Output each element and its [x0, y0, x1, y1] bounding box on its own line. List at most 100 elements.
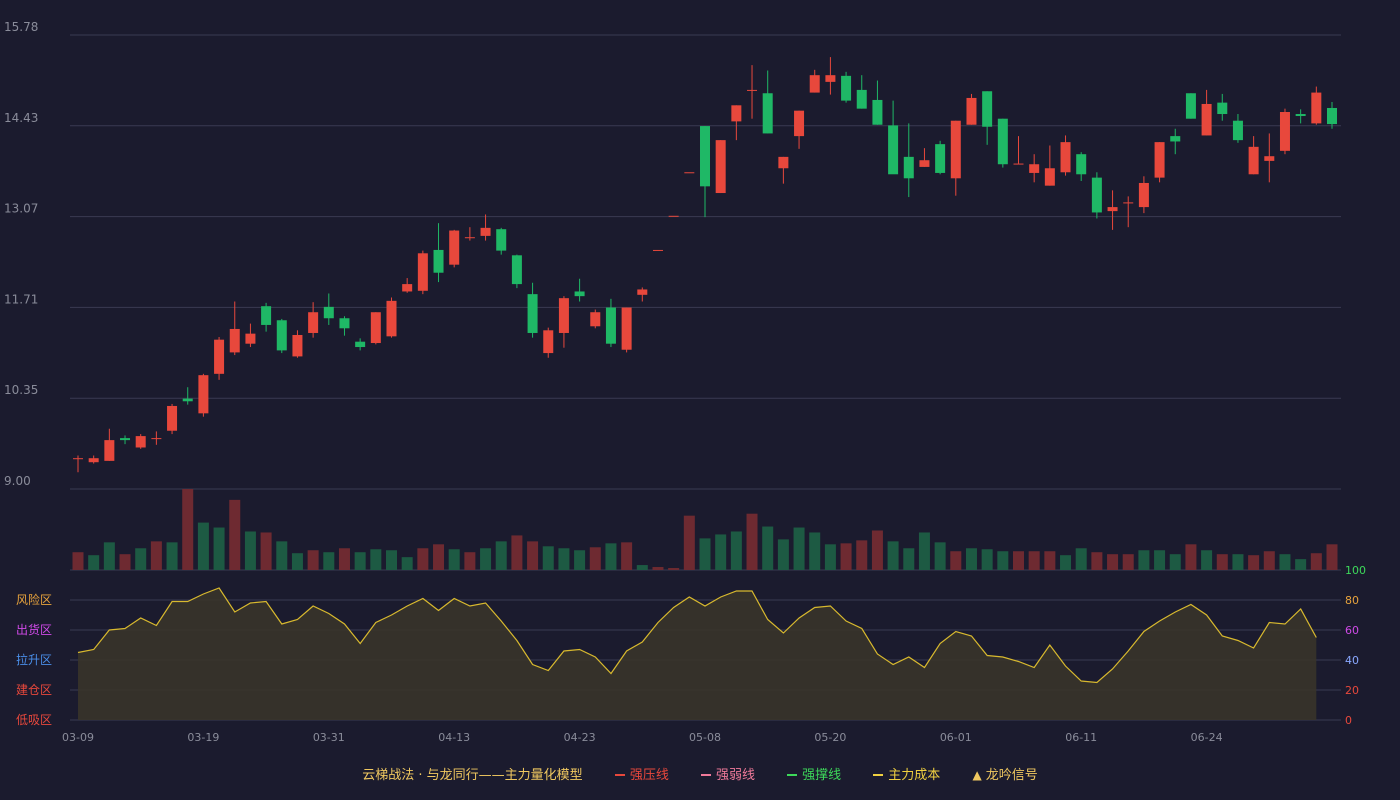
volume-bar — [433, 544, 445, 570]
candle-body — [1217, 102, 1228, 115]
candle-body — [1279, 112, 1290, 151]
legend-swatch — [614, 773, 625, 776]
volume-bar — [699, 538, 711, 570]
candle-body — [966, 97, 977, 125]
candle-body — [903, 156, 914, 179]
volume-bar — [119, 554, 131, 570]
volume-bar — [495, 541, 507, 570]
candle-body — [1311, 92, 1322, 124]
indicator-tick-label: 60 — [1345, 624, 1359, 637]
date-tick-label: 06-24 — [1191, 731, 1223, 744]
legend-item-strength[interactable]: 强弱线 — [700, 764, 755, 783]
volume-bar — [276, 541, 288, 570]
candle-body — [558, 298, 569, 333]
volume-bar — [1154, 550, 1166, 570]
volume-bar — [1279, 554, 1291, 570]
candle-body — [1138, 182, 1149, 208]
volume-bar — [401, 557, 413, 570]
candle-body — [1327, 107, 1337, 125]
price-tick-label: 14.43 — [4, 111, 38, 125]
volume-bar — [856, 540, 868, 570]
candle-body — [323, 306, 334, 319]
volume-bar — [1216, 554, 1228, 570]
volume-bar — [887, 541, 899, 570]
volume-bar — [574, 550, 586, 570]
volume-bar — [589, 547, 601, 570]
price-tick-label: 13.07 — [4, 202, 38, 216]
candle-body — [1123, 202, 1134, 204]
zone-label: 风险区 — [16, 592, 52, 607]
candle-body — [1107, 207, 1118, 212]
price-tick-label: 9.00 — [4, 474, 31, 488]
candle-body — [73, 458, 83, 460]
candle-body — [1248, 146, 1259, 175]
volume-bar — [793, 527, 805, 570]
candle-body — [402, 284, 413, 292]
volume-bar — [809, 532, 821, 570]
candle-body — [135, 436, 146, 448]
volume-bar — [605, 543, 617, 570]
volume-bar — [981, 549, 993, 570]
candle-body — [355, 341, 366, 348]
indicator-tick-label: 20 — [1345, 684, 1359, 697]
candle-body — [778, 156, 789, 169]
candle-body — [167, 405, 178, 431]
candle-body — [1201, 103, 1212, 136]
volume-bar — [871, 530, 883, 570]
volume-bar — [417, 548, 429, 570]
volume-bar — [354, 552, 366, 570]
volume-bar — [103, 542, 115, 570]
volume-bar — [1091, 552, 1103, 570]
candle-body — [417, 253, 428, 291]
date-axis-labels: 03-09 03-19 03-31 04-13 04-23 05-08 05-20 06-01… — [62, 731, 1223, 744]
candle-body — [605, 307, 616, 344]
zone-label: 低吸区 — [16, 713, 52, 727]
volume-bar — [1138, 550, 1150, 570]
indicator-axis-labels: 100 80 60 40 20 0 — [1345, 564, 1366, 727]
volume-bar — [1326, 544, 1338, 570]
date-tick-label: 04-13 — [438, 731, 470, 744]
volume-bar — [934, 542, 946, 570]
volume-bar — [668, 568, 680, 570]
legend-item-main-cost[interactable]: 主力成本 — [873, 764, 940, 783]
candle-body — [182, 398, 193, 402]
candle-body — [872, 99, 883, 125]
candle-body — [449, 230, 460, 265]
candle-body — [480, 227, 491, 236]
candle-body — [888, 125, 899, 175]
candle-body — [339, 318, 350, 329]
candle-body — [684, 172, 695, 174]
legend-item-signal[interactable]: ▲ 龙吟信号 — [972, 764, 1037, 783]
candle-body — [1091, 177, 1102, 213]
candle-body — [668, 215, 679, 217]
volume-bar — [1232, 554, 1244, 570]
candle-body — [856, 89, 867, 109]
volume-bar — [182, 489, 194, 570]
candle-body — [496, 229, 507, 251]
zone-label: 建仓区 — [16, 683, 52, 697]
stock-chart: 15.78 14.43 13.07 11.71 10.35 9.00 风险区出货区拉升区建… — [4, 20, 1366, 744]
volume-bar — [715, 534, 727, 570]
date-tick-label: 04-23 — [564, 731, 596, 744]
volume-bar — [558, 548, 570, 570]
volume-bar — [840, 543, 852, 570]
candle-body — [214, 339, 225, 374]
volume-bar — [480, 548, 492, 570]
indicator-zone-labels: 风险区出货区拉升区建仓区低吸区 — [16, 592, 52, 727]
legend-item-support[interactable]: 强撑线 — [787, 764, 841, 783]
candle-body — [276, 320, 287, 351]
volume-bar — [1075, 548, 1087, 570]
volume-bar — [746, 513, 758, 570]
volume-bar — [370, 549, 382, 570]
indicator-series — [77, 587, 1317, 720]
legend-item-resistance[interactable]: 强压线 — [614, 764, 669, 783]
candle-body — [809, 75, 820, 93]
price-tick-label: 11.71 — [4, 292, 38, 306]
candle-body — [1060, 142, 1071, 173]
volume-bar — [1310, 553, 1322, 570]
legend-title: 云梯战法 · 与龙同行——主力量化模型 — [362, 768, 583, 783]
volume-bar — [244, 531, 256, 570]
price-axis-labels: 15.78 14.43 13.07 11.71 10.35 9.00 — [4, 20, 38, 488]
price-tick-label: 10.35 — [4, 383, 38, 397]
legend-swatch — [700, 773, 711, 776]
